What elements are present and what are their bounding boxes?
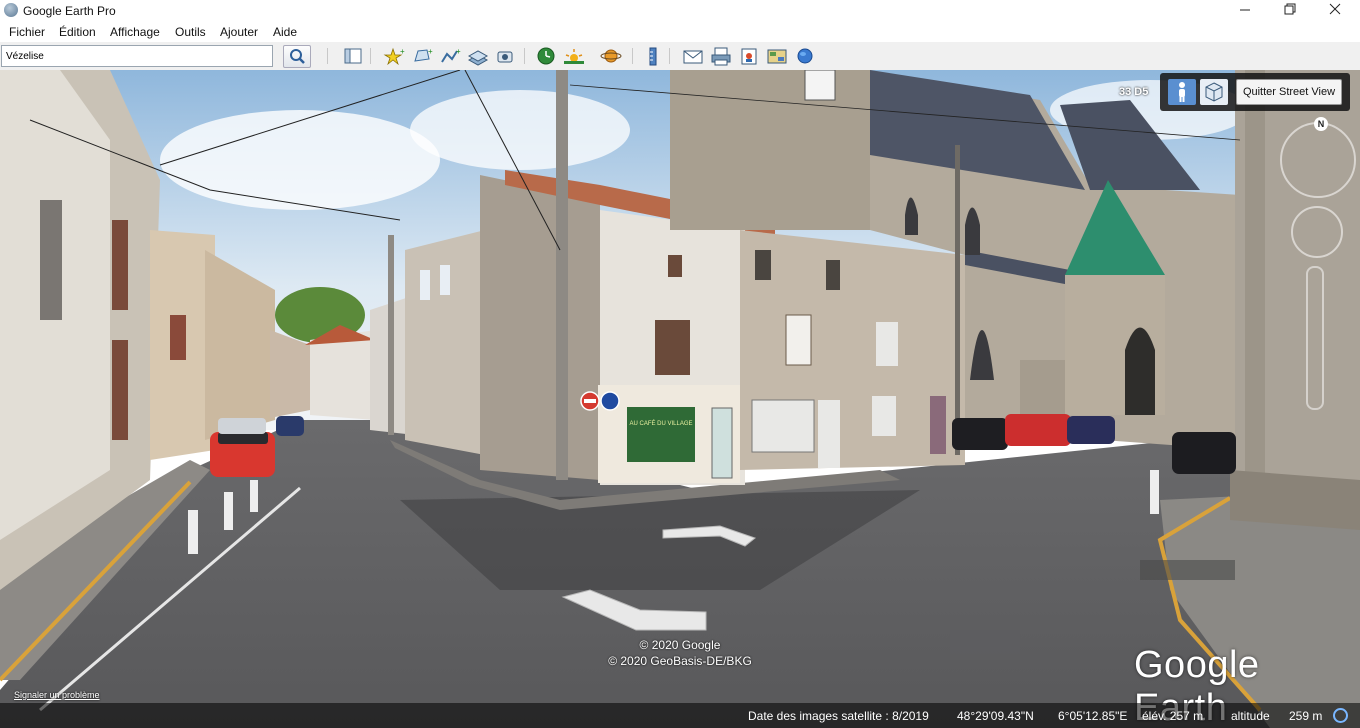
add-placemark-button[interactable]: + xyxy=(381,45,407,68)
road-label: 33 D5 xyxy=(1119,86,1149,98)
close-button[interactable] xyxy=(1312,0,1358,22)
sidebar-toggle-icon xyxy=(344,48,362,64)
menu-edition[interactable]: Édition xyxy=(59,25,96,39)
street-view-scene: AU CAFÉ DU VILLAGE xyxy=(0,70,1360,728)
earth-globe-button[interactable] xyxy=(792,45,818,68)
menu-ajouter[interactable]: Ajouter xyxy=(220,25,258,39)
search-input[interactable] xyxy=(1,45,273,67)
ruler-button[interactable] xyxy=(640,45,666,68)
move-joystick[interactable] xyxy=(1291,206,1343,258)
earth-globe-icon xyxy=(797,48,813,64)
window-title: Google Earth Pro xyxy=(23,4,116,18)
copyright-geobasis: © 2020 GeoBasis-DE/BKG xyxy=(608,654,752,668)
latitude-readout: 48°29'09.43"N xyxy=(957,709,1034,723)
street-view-cube-button[interactable] xyxy=(1200,79,1228,105)
svg-text:+: + xyxy=(428,47,433,56)
toolbar-separator xyxy=(370,48,371,64)
elevation-readout: élév. 257 m xyxy=(1142,709,1204,723)
sunlight-button[interactable] xyxy=(561,45,587,68)
toolbar-separator xyxy=(524,48,525,64)
view-in-maps-button[interactable] xyxy=(764,45,790,68)
look-joystick[interactable] xyxy=(1280,122,1356,198)
add-polygon-button[interactable]: + xyxy=(409,45,435,68)
street-view-person-button[interactable] xyxy=(1168,79,1196,105)
svg-text:+: + xyxy=(456,47,461,56)
save-image-button[interactable] xyxy=(736,45,762,68)
menu-aide[interactable]: Aide xyxy=(273,25,297,39)
save-image-icon xyxy=(741,48,757,65)
planets-button[interactable] xyxy=(599,45,625,68)
menu-fichier[interactable]: Fichier xyxy=(9,25,45,39)
menu-affichage[interactable]: Affichage xyxy=(110,25,160,39)
title-bar: Google Earth Pro xyxy=(0,0,1360,22)
street-view-viewport[interactable]: AU CAFÉ DU VILLAGE 33 D5 Quitter Street … xyxy=(0,70,1360,728)
search-button[interactable] xyxy=(283,45,311,68)
street-view-controls: Quitter Street View xyxy=(1160,73,1350,111)
altitude-readout: 259 m xyxy=(1289,709,1323,723)
compass-north-label[interactable]: N xyxy=(1314,117,1328,131)
add-path-button[interactable]: + xyxy=(437,45,463,68)
minimize-icon xyxy=(1240,9,1250,11)
imagery-date: Date des images satellite : 8/2019 xyxy=(748,709,929,723)
pegman-icon xyxy=(1179,82,1185,102)
copyright-google: © 2020 Google xyxy=(639,638,721,652)
toolbar-separator xyxy=(632,48,633,64)
cube-icon xyxy=(1205,82,1223,102)
search-icon xyxy=(290,49,305,64)
menu-bar: Fichier Édition Affichage Outils Ajouter… xyxy=(0,22,1360,42)
email-icon xyxy=(683,50,703,64)
historical-imagery-button[interactable] xyxy=(533,45,559,68)
polygon-icon: + xyxy=(414,47,433,62)
minimize-button[interactable] xyxy=(1222,0,1268,22)
ruler-icon xyxy=(649,47,657,66)
zoom-slider[interactable] xyxy=(1306,266,1324,410)
add-image-overlay-button[interactable] xyxy=(465,45,491,68)
print-button[interactable] xyxy=(708,45,734,68)
google-earth-icon xyxy=(4,3,18,17)
toolbar-separator xyxy=(669,48,670,64)
planets-icon xyxy=(600,49,622,63)
report-problem-link[interactable]: Signaler un problème xyxy=(14,690,100,700)
longitude-readout: 6°05'12.85"E xyxy=(1058,709,1128,723)
status-bar: Date des images satellite : 8/2019 48°29… xyxy=(0,703,1360,728)
print-icon xyxy=(711,47,731,66)
altitude-label: altitude xyxy=(1231,709,1270,723)
image-overlay-icon xyxy=(467,50,489,66)
close-icon xyxy=(1329,3,1341,15)
maximize-icon xyxy=(1284,3,1296,15)
shopfront-sign: AU CAFÉ DU VILLAGE xyxy=(629,420,692,427)
record-tour-icon xyxy=(497,51,513,63)
placemark-icon: + xyxy=(383,47,405,66)
menu-outils[interactable]: Outils xyxy=(175,25,206,39)
view-in-maps-icon xyxy=(767,49,787,64)
toolbar: + + + xyxy=(0,42,1360,71)
toolbar-separator xyxy=(327,48,328,64)
path-icon: + xyxy=(441,47,461,63)
exit-street-view-button[interactable]: Quitter Street View xyxy=(1236,79,1342,105)
record-tour-button[interactable] xyxy=(493,45,519,68)
historical-imagery-icon xyxy=(537,47,555,65)
maximize-button[interactable] xyxy=(1267,0,1313,22)
svg-text:+: + xyxy=(400,47,405,56)
email-button[interactable] xyxy=(680,45,706,68)
streaming-indicator-icon xyxy=(1333,708,1348,723)
sidebar-toggle-button[interactable] xyxy=(340,45,366,68)
sunlight-icon xyxy=(564,49,584,64)
